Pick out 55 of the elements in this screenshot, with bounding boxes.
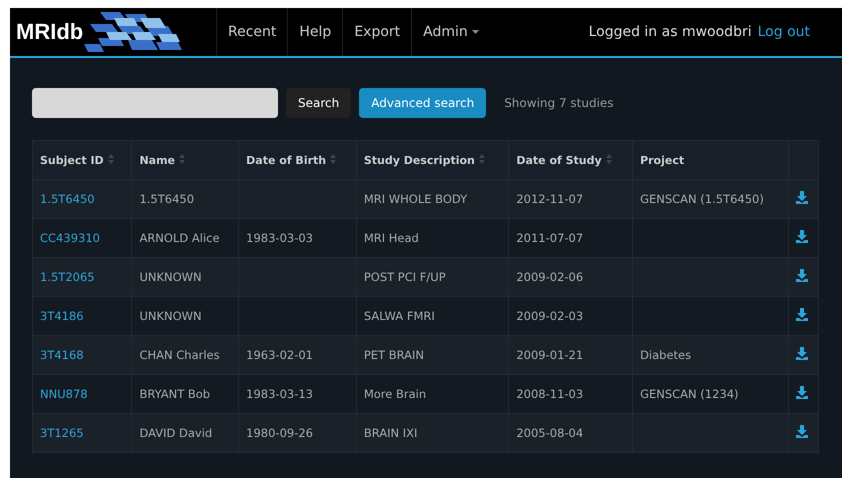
brand-logo[interactable]: MRIdb [16, 19, 84, 45]
nav-dropdown[interactable]: Admin [411, 8, 490, 56]
table-cell: 1.5T6450 [139, 192, 194, 206]
download-icon[interactable] [796, 269, 808, 282]
download-icon[interactable] [796, 308, 808, 321]
table-cell: 2008-11-03 [516, 387, 584, 401]
subject-link[interactable]: 1.5T6450 [40, 192, 95, 206]
search-field[interactable] [32, 88, 278, 118]
nav-link[interactable]: Export [342, 8, 412, 56]
download-icon[interactable] [796, 230, 808, 243]
table-cell: MRI WHOLE BODY [364, 192, 468, 206]
subject-link[interactable]: NNU878 [40, 387, 88, 401]
table-cell: 1983-03-13 [246, 387, 313, 401]
advanced-search-button[interactable]: Advanced search [359, 88, 486, 118]
table-cell: BRAIN IXI [364, 426, 418, 440]
table-cell: UNKNOWN [139, 270, 202, 284]
search-button[interactable]: Search [286, 88, 352, 118]
table-cell: 2012-11-07 [516, 192, 584, 206]
table-cell: MRI Head [364, 231, 419, 245]
column-header[interactable]: Name [139, 154, 176, 166]
table-cell: More Brain [364, 387, 426, 401]
table-cell: 2005-08-04 [516, 426, 584, 440]
caret-icon [472, 30, 479, 34]
logout-link[interactable]: Log out [758, 24, 810, 40]
table-cell: 2009-02-03 [516, 309, 584, 323]
user-text: Logged in as mwoodbri [588, 24, 752, 40]
table-cell: 2009-02-06 [516, 270, 584, 284]
table-cell: GENSCAN (1.5T6450) [640, 192, 764, 206]
table-cell: CHAN Charles [139, 348, 220, 362]
table-cell: BRYANT Bob [139, 387, 210, 401]
table-cell: 1980-09-26 [246, 426, 313, 440]
column-header: Project [640, 154, 684, 166]
table-cell: UNKNOWN [139, 309, 202, 323]
subject-link[interactable]: 1.5T2065 [40, 270, 95, 284]
table-cell: PET BRAIN [364, 348, 424, 362]
table-cell: GENSCAN (1234) [640, 387, 739, 401]
result-count: Showing 7 studies [504, 96, 614, 110]
table-cell: POST PCI F/UP [364, 270, 446, 284]
download-icon[interactable] [796, 425, 808, 438]
table-cell: 1963-02-01 [246, 348, 313, 362]
table-cell: ARNOLD Alice [139, 231, 220, 245]
table-cell: DAVID David [139, 426, 212, 440]
nav-link[interactable]: Help [287, 8, 342, 56]
nav-link[interactable]: Recent [216, 8, 288, 56]
table-cell: 2009-01-21 [516, 348, 584, 362]
subject-link[interactable]: 3T4186 [40, 309, 84, 323]
table-cell: SALWA FMRI [364, 309, 435, 323]
subject-link[interactable]: 3T1265 [40, 426, 84, 440]
download-icon[interactable] [796, 191, 808, 204]
table-cell: 2011-07-07 [516, 231, 584, 245]
table-cell: Diabetes [640, 348, 692, 362]
download-icon[interactable] [796, 386, 808, 399]
table-cell: 1983-03-03 [246, 231, 313, 245]
download-icon[interactable] [796, 347, 808, 360]
subject-link[interactable]: 3T4168 [40, 348, 84, 362]
